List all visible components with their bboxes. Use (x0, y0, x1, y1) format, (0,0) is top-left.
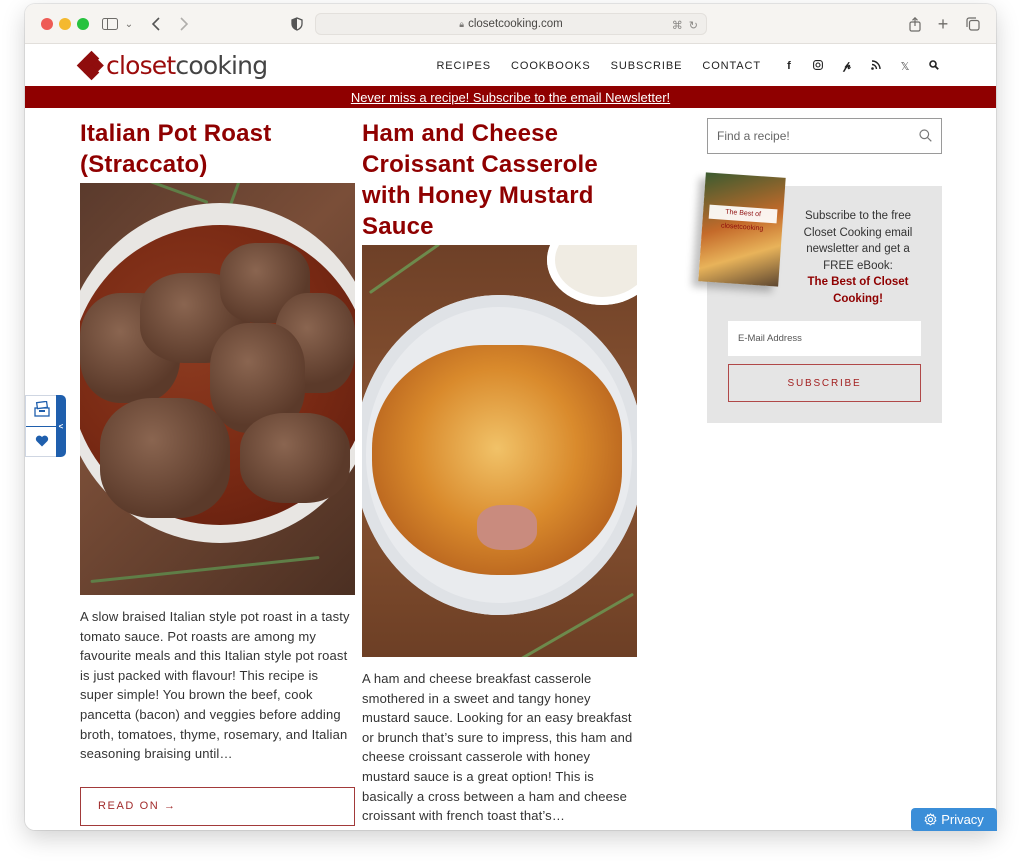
privacy-label: Privacy (941, 812, 984, 827)
newsletter-ebook-title: The Best of Closet Cooking! (807, 276, 909, 305)
divider (26, 426, 58, 427)
recipe-box-panel (25, 395, 58, 457)
site-logo[interactable]: closetcooking (76, 50, 268, 80)
nav-subscribe[interactable]: SUBSCRIBE (611, 60, 683, 72)
post-image[interactable] (80, 183, 355, 595)
browser-toolbar: ⌄ 🔒︎ closetcooking.com ⌘ ↻ + (25, 4, 996, 44)
read-on-button[interactable]: READ ON → (80, 786, 355, 826)
translate-icon[interactable]: ⌘ (672, 19, 683, 32)
newsletter-description: Subscribe to the free Closet Cooking ema… (803, 210, 913, 272)
nav-contact[interactable]: CONTACT (702, 60, 761, 72)
url-text: closetcooking.com (468, 18, 563, 30)
chevron-right-icon[interactable] (177, 12, 191, 36)
main-nav: RECIPES COOKBOOKS SUBSCRIBE CONTACT f 𝓅 … (416, 58, 940, 74)
nav-cookbooks[interactable]: COOKBOOKS (511, 60, 591, 72)
reload-icon[interactable]: ↻ (689, 19, 698, 32)
instagram-icon[interactable] (812, 59, 824, 73)
facebook-icon[interactable]: f (783, 60, 795, 72)
gear-icon (924, 813, 937, 826)
lock-icon: 🔒︎ (459, 18, 465, 29)
nav-recipes[interactable]: RECIPES (436, 60, 491, 72)
ebook-cover-image: The Best of closetcooking (698, 172, 786, 287)
close-window-button[interactable] (41, 18, 53, 30)
tabs-icon[interactable] (965, 12, 981, 36)
search-icon[interactable] (928, 59, 940, 73)
chevron-left-icon[interactable] (149, 12, 163, 36)
post-card: Ham and Cheese Croissant Casserole with … (362, 118, 637, 826)
browser-window: ⌄ 🔒︎ closetcooking.com ⌘ ↻ + closetcooki… (25, 4, 996, 830)
newsletter-text: Subscribe to the free Closet Cooking ema… (799, 208, 917, 307)
logo-text: closetcooking (106, 51, 268, 80)
search-icon[interactable] (919, 129, 932, 142)
post-title[interactable]: Italian Pot Roast (Straccato) (80, 118, 355, 180)
share-icon[interactable] (907, 12, 923, 36)
recipe-search (707, 118, 942, 154)
newsletter-banner-link[interactable]: Never miss a recipe! Subscribe to the em… (351, 90, 670, 105)
recipe-box-icon[interactable] (32, 400, 52, 421)
sidebar-icon[interactable] (101, 12, 119, 36)
minimize-window-button[interactable] (59, 18, 71, 30)
newsletter-banner: Never miss a recipe! Subscribe to the em… (25, 86, 996, 108)
widget-collapse-toggle[interactable]: < (56, 395, 66, 457)
heart-icon[interactable] (32, 432, 52, 452)
plus-icon[interactable]: + (935, 12, 951, 36)
post-title[interactable]: Ham and Cheese Croissant Casserole with … (362, 118, 637, 242)
sidebar: The Best of closetcooking Subscribe to t… (698, 118, 942, 423)
privacy-button[interactable]: Privacy (911, 808, 997, 831)
rss-icon[interactable] (870, 59, 882, 73)
x-icon[interactable]: 𝕏 (899, 60, 911, 73)
post-card: Italian Pot Roast (Straccato) A slow bra… (80, 118, 355, 826)
web-page: closetcooking RECIPES COOKBOOKS SUBSCRIB… (25, 44, 996, 830)
subscribe-button[interactable]: SUBSCRIBE (728, 364, 921, 402)
maximize-window-button[interactable] (77, 18, 89, 30)
email-field[interactable] (728, 321, 921, 356)
chevron-down-icon[interactable]: ⌄ (124, 12, 134, 36)
logo-mark-icon (76, 50, 105, 80)
post-excerpt: A ham and cheese breakfast casserole smo… (362, 671, 633, 824)
ebook-title: The Best of closetcooking (708, 204, 778, 232)
recipe-box-widget: < (25, 395, 66, 457)
post-image[interactable] (362, 245, 637, 657)
newsletter-widget: The Best of closetcooking Subscribe to t… (698, 172, 942, 423)
post-excerpt: A slow braised Italian style pot roast i… (80, 609, 350, 762)
shield-icon[interactable] (289, 12, 305, 36)
recipe-search-input[interactable] (708, 119, 898, 153)
address-bar[interactable]: 🔒︎ closetcooking.com ⌘ ↻ (315, 13, 707, 35)
pinterest-icon[interactable]: 𝓅 (841, 60, 853, 73)
site-header: closetcooking RECIPES COOKBOOKS SUBSCRIB… (25, 44, 996, 86)
